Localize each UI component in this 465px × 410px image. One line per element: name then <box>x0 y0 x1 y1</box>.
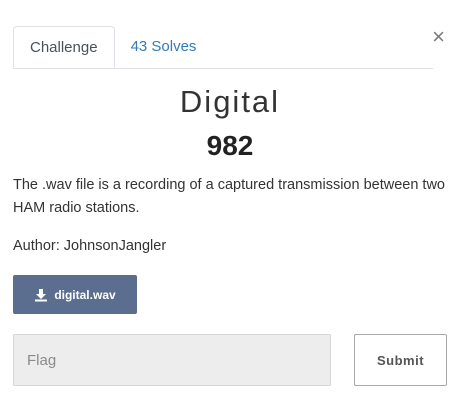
challenge-modal: Challenge 43 Solves × Digital 982 The .w… <box>0 0 465 410</box>
download-file-button[interactable]: digital.wav <box>13 275 137 314</box>
challenge-description: The .wav file is a recording of a captur… <box>13 177 445 216</box>
download-file-label: digital.wav <box>54 287 116 302</box>
close-icon[interactable]: × <box>432 26 445 48</box>
challenge-value: 982 <box>206 130 254 161</box>
tab-solves[interactable]: 43 Solves <box>115 26 213 67</box>
submit-button[interactable]: Submit <box>354 334 447 386</box>
flag-input[interactable] <box>13 334 331 386</box>
challenge-tabs: Challenge 43 Solves <box>13 26 433 69</box>
challenge-name: Digital <box>179 84 281 119</box>
challenge-author: Author: JohnsonJangler <box>13 238 167 254</box>
tab-challenge-label: Challenge <box>30 38 98 56</box>
download-icon <box>35 288 48 301</box>
tab-solves-label: 43 Solves <box>130 38 197 55</box>
tab-challenge[interactable]: Challenge <box>13 26 115 68</box>
